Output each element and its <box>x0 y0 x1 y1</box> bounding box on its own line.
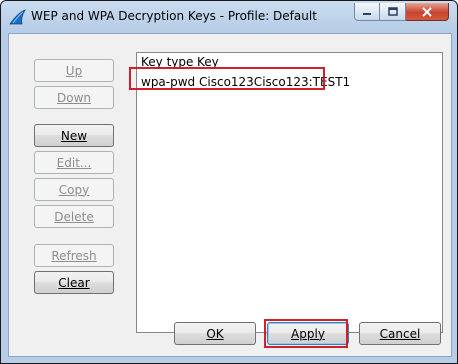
wireshark-fin-icon <box>9 9 27 25</box>
new-button[interactable]: New <box>34 124 114 147</box>
close-button[interactable] <box>406 3 449 21</box>
dialog-window: WEP and WPA Decryption Keys - Profile: D… <box>0 0 458 364</box>
edit-button-label: Edit... <box>56 155 92 170</box>
maximize-button[interactable] <box>380 3 406 21</box>
clear-button[interactable]: Clear <box>34 271 114 294</box>
copy-button-label: Copy <box>58 182 90 197</box>
down-button-label: Down <box>56 90 91 105</box>
down-button[interactable]: Down <box>34 86 114 109</box>
refresh-button[interactable]: Refresh <box>34 244 114 267</box>
minimize-icon <box>363 12 371 15</box>
column-header-key[interactable]: Key <box>197 53 219 71</box>
up-button[interactable]: Up <box>34 59 114 82</box>
delete-button-label: Delete <box>54 209 94 224</box>
apply-button-label: Apply <box>291 326 325 341</box>
up-button-label: Up <box>65 63 83 78</box>
minimize-button[interactable] <box>354 3 380 21</box>
copy-button[interactable]: Copy <box>34 178 114 201</box>
list-item[interactable]: wpa-pwd Cisco123Cisco123:TEST1 <box>137 73 442 91</box>
refresh-button-label: Refresh <box>51 248 97 263</box>
key-type-cell: wpa-pwd <box>141 75 196 89</box>
cancel-button-label: Cancel <box>379 326 421 341</box>
cancel-button[interactable]: Cancel <box>359 322 441 345</box>
key-cell: Cisco123Cisco123:TEST1 <box>199 75 351 89</box>
window-title: WEP and WPA Decryption Keys - Profile: D… <box>31 9 317 23</box>
ok-button[interactable]: OK <box>174 322 256 345</box>
list-header: Key type Key <box>137 53 442 71</box>
apply-button[interactable]: Apply <box>267 322 349 345</box>
maximize-icon <box>387 7 398 16</box>
title-bar[interactable]: WEP and WPA Decryption Keys - Profile: D… <box>1 1 457 33</box>
close-icon <box>422 6 432 17</box>
new-button-label: New <box>60 128 88 143</box>
edit-button[interactable]: Edit... <box>34 151 114 174</box>
keys-list[interactable]: Key type Key wpa-pwd Cisco123Cisco123:TE… <box>136 52 443 333</box>
caption-buttons <box>354 3 449 21</box>
dialog-client-area: Up Down New Edit... Copy Delete Refresh … <box>8 33 452 357</box>
delete-button[interactable]: Delete <box>34 205 114 228</box>
column-header-key-type[interactable]: Key type <box>141 53 193 71</box>
clear-button-label: Clear <box>58 275 90 290</box>
ok-button-label: OK <box>206 326 224 341</box>
